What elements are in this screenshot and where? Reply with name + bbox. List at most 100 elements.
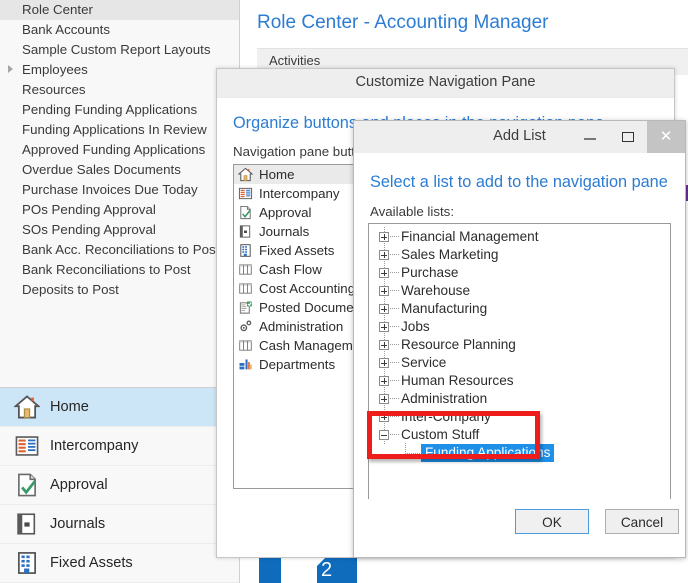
tree-group-item[interactable]: Sales Marketing xyxy=(369,245,670,264)
tree-group-item[interactable]: Human Resources xyxy=(369,371,670,390)
expander-vertical-bar xyxy=(383,378,385,384)
tree-item-label: Administration xyxy=(401,391,488,406)
intercompany-icon xyxy=(238,186,253,201)
intercompany-icon xyxy=(14,433,40,459)
expander-vertical-bar xyxy=(383,360,385,366)
tree-connector-dots xyxy=(390,344,399,346)
close-button[interactable]: ✕ xyxy=(647,121,685,153)
activity-item-label: Funding Applications In Review xyxy=(22,122,207,137)
activity-item[interactable]: Resources xyxy=(0,80,239,100)
expand-plus-icon[interactable] xyxy=(379,304,389,314)
activity-item-label: Deposits to Post xyxy=(22,282,119,297)
chevron-right-icon[interactable] xyxy=(8,65,13,73)
navigation-buttons: Home Intercompany Approval Journals Fixed As… xyxy=(0,387,239,583)
activity-item[interactable]: POs Pending Approval xyxy=(0,200,239,220)
document-icon xyxy=(281,556,327,583)
posted-document-icon xyxy=(238,300,253,315)
activity-item[interactable]: SOs Pending Approval xyxy=(0,220,239,240)
tree-group-item[interactable]: Financial Management xyxy=(369,227,670,246)
available-lists-label: Available lists: xyxy=(370,204,455,219)
expand-plus-icon[interactable] xyxy=(379,376,389,386)
tree-group-item[interactable]: Resource Planning xyxy=(369,335,670,354)
approval-icon xyxy=(14,472,40,498)
navigation-pane-button-label: Fixed Assets xyxy=(259,243,335,258)
nav-button-label: Home xyxy=(50,399,89,415)
activity-item[interactable]: Approved Funding Applications xyxy=(0,140,239,160)
activity-item[interactable]: Bank Accounts xyxy=(0,20,239,40)
navigation-pane-button-label: Cost Accounting xyxy=(259,281,356,296)
navigation-pane-button-label: Home xyxy=(259,167,295,182)
expand-plus-icon[interactable] xyxy=(379,358,389,368)
add-list-titlebar[interactable]: Add List ✕ xyxy=(354,121,685,153)
activity-item[interactable]: Purchase Invoices Due Today xyxy=(0,180,239,200)
nav-button-fixed-assets[interactable]: Fixed Assets xyxy=(0,544,239,583)
activity-item-label: Role Center xyxy=(22,2,93,17)
home-icon xyxy=(13,394,41,420)
tree-connector-dots xyxy=(390,326,399,328)
activity-item[interactable]: Bank Acc. Reconciliations to Post xyxy=(0,240,239,260)
expander-vertical-bar xyxy=(383,396,385,402)
nav-button-label: Approval xyxy=(50,477,108,493)
tree-group-item[interactable]: Jobs xyxy=(369,317,670,336)
cancel-button[interactable]: Cancel xyxy=(605,509,679,534)
minimize-button[interactable] xyxy=(571,121,609,153)
journals-icon xyxy=(238,224,253,239)
home-icon xyxy=(237,167,254,182)
add-list-body: Select a list to add to the navigation p… xyxy=(354,153,685,557)
table-icon xyxy=(238,281,253,296)
nav-button-approval[interactable]: Approval xyxy=(0,466,239,505)
ok-button[interactable]: OK xyxy=(515,509,589,534)
tree-connector-dots xyxy=(390,362,399,364)
tree-item-label: Warehouse xyxy=(401,283,471,298)
tree-item-label: Purchase xyxy=(401,265,459,280)
tree-group-item[interactable]: Service xyxy=(369,353,670,372)
activity-item[interactable]: Role Center xyxy=(0,0,239,20)
home-icon xyxy=(237,167,254,182)
activity-item[interactable]: Overdue Sales Documents xyxy=(0,160,239,180)
activity-item-label: Pending Funding Applications xyxy=(22,102,198,117)
nav-button-home[interactable]: Home xyxy=(0,388,239,427)
activity-item-label: Bank Reconciliations to Post xyxy=(22,262,191,277)
expand-plus-icon[interactable] xyxy=(379,232,389,242)
intercompany-icon xyxy=(14,433,40,459)
tree-item-label: Service xyxy=(401,355,447,370)
tree-item-label: Jobs xyxy=(401,319,430,334)
customize-dialog-titlebar[interactable]: Customize Navigation Pane xyxy=(217,69,674,98)
expand-plus-icon[interactable] xyxy=(379,250,389,260)
activity-tile-count: 2 xyxy=(321,559,333,581)
tree-connector-dots xyxy=(390,380,399,382)
tree-group-item[interactable]: Purchase xyxy=(369,263,670,282)
tree-group-item[interactable]: Warehouse xyxy=(369,281,670,300)
maximize-icon xyxy=(622,132,634,142)
add-list-heading: Select a list to add to the navigation p… xyxy=(370,173,668,191)
expander-vertical-bar xyxy=(383,324,385,330)
activity-item[interactable]: Employees xyxy=(0,60,239,80)
activity-item[interactable]: Bank Reconciliations to Post xyxy=(0,260,239,280)
journals-icon xyxy=(14,511,40,537)
tree-group-item[interactable]: Manufacturing xyxy=(369,299,670,318)
expand-plus-icon[interactable] xyxy=(379,340,389,350)
available-lists-tree[interactable]: Financial Management Sales Marketing Purch… xyxy=(368,223,671,513)
activity-item[interactable]: Sample Custom Report Layouts xyxy=(0,40,239,60)
activity-item[interactable]: Funding Applications In Review xyxy=(0,120,239,140)
expand-plus-icon[interactable] xyxy=(379,394,389,404)
add-list-button-row: OK Cancel xyxy=(354,499,685,557)
navigation-pane: Role Center Bank Accounts Sample Custom Re… xyxy=(0,0,240,583)
nav-button-intercompany[interactable]: Intercompany xyxy=(0,427,239,466)
maximize-button[interactable] xyxy=(609,121,647,153)
expand-plus-icon[interactable] xyxy=(379,268,389,278)
expand-plus-icon[interactable] xyxy=(379,322,389,332)
departments-icon xyxy=(238,357,253,372)
activities-label: Activities xyxy=(269,53,321,68)
expand-plus-icon[interactable] xyxy=(379,286,389,296)
tree-group-item[interactable]: Administration xyxy=(369,389,670,408)
nav-button-journals[interactable]: Journals xyxy=(0,505,239,544)
departments-icon xyxy=(238,357,253,372)
activity-item-label: SOs Pending Approval xyxy=(22,222,156,237)
tree-item-label: Human Resources xyxy=(401,373,514,388)
activity-item[interactable]: Deposits to Post xyxy=(0,280,239,300)
activity-item[interactable]: Pending Funding Applications xyxy=(0,100,239,120)
screen: Role Center Bank Accounts Sample Custom Re… xyxy=(0,0,688,583)
tree-item-label: Sales Marketing xyxy=(401,247,499,262)
activity-item-label: Approved Funding Applications xyxy=(22,142,206,157)
